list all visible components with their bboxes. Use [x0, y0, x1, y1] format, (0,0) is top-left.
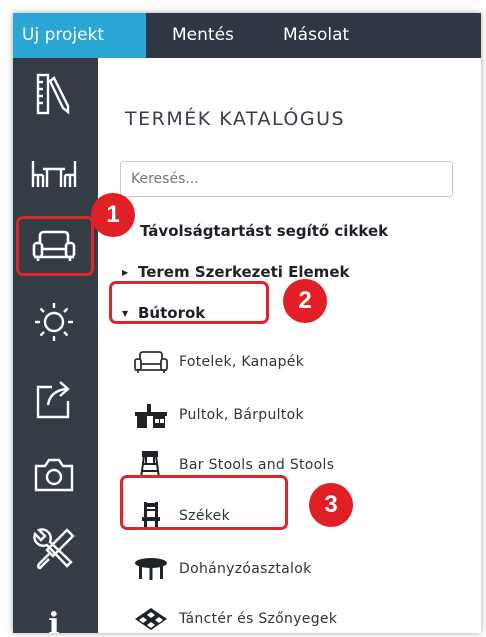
caret-right-icon: ▶	[122, 268, 129, 277]
subcategory-label: Dohányzóasztalok	[179, 561, 312, 577]
highlight-furniture-category	[109, 281, 269, 324]
tab-save[interactable]: Mentés	[163, 13, 243, 58]
subcategory-label: Bar Stools and Stools	[179, 457, 335, 473]
category-label: Távolságtartást segítő cikkek	[140, 222, 389, 240]
sidebar-item-measure[interactable]	[23, 66, 85, 122]
tools-icon	[33, 528, 75, 570]
bar-counter-icon	[135, 404, 167, 428]
export-icon	[36, 381, 70, 419]
dance-floor-icon	[135, 608, 167, 630]
subcategory-dance-floors[interactable]: Tánctér és Szőnyegek	[133, 598, 337, 633]
tool-sidebar: i	[13, 58, 98, 633]
subcategory-label: Tánctér és Szőnyegek	[179, 611, 338, 627]
product-catalog-panel: TERMÉK KATALÓGUS Távolságtartást segítő …	[98, 58, 481, 633]
search-input[interactable]	[120, 161, 453, 197]
subcategory-bar-counters[interactable]: Pultok, Bárpultok	[133, 394, 304, 436]
tab-new-project[interactable]: Uj projekt	[13, 13, 146, 58]
sidebar-item-settings[interactable]	[23, 521, 85, 577]
sofa-icon	[134, 351, 168, 373]
step-badge-3: 3	[309, 483, 353, 527]
ruler-pencil-icon	[36, 73, 70, 115]
highlight-catalog-tool	[16, 216, 94, 276]
app-window: Uj projekt Mentés Másolat i TERMÉK KATAL…	[13, 13, 481, 633]
step-badge-1: 1	[91, 193, 135, 237]
top-menu-bar: Uj projekt Mentés Másolat	[13, 13, 481, 58]
subcategory-label: Fotelek, Kanapék	[179, 354, 305, 370]
subcategory-coffee-tables[interactable]: Dohányzóasztalok	[133, 548, 312, 590]
camera-icon	[34, 458, 74, 492]
sidebar-item-export[interactable]	[23, 370, 85, 426]
category-distancing-items[interactable]: Távolságtartást segítő cikkek	[140, 222, 388, 240]
category-room-structure[interactable]: ▶ Terem Szerkezeti Elemek	[122, 263, 349, 281]
highlight-chairs	[120, 475, 288, 530]
subcategory-sofas[interactable]: Fotelek, Kanapék	[133, 341, 304, 383]
info-icon: i	[48, 606, 60, 634]
sun-icon	[35, 303, 73, 341]
tab-copy[interactable]: Másolat	[274, 13, 358, 58]
category-label: Terem Szerkezeti Elemek	[138, 263, 350, 281]
table-chairs-icon	[31, 161, 77, 187]
coffee-table-icon	[135, 558, 167, 580]
sidebar-item-lighting[interactable]	[23, 294, 85, 350]
subcategory-label: Pultok, Bárpultok	[179, 407, 304, 423]
sidebar-item-info[interactable]: i	[23, 596, 85, 634]
step-badge-2: 2	[283, 279, 327, 323]
sidebar-item-furniture-layout[interactable]	[23, 143, 85, 199]
catalog-title: TERMÉK KATALÓGUS	[125, 108, 346, 130]
sidebar-item-snapshot[interactable]	[23, 446, 85, 502]
